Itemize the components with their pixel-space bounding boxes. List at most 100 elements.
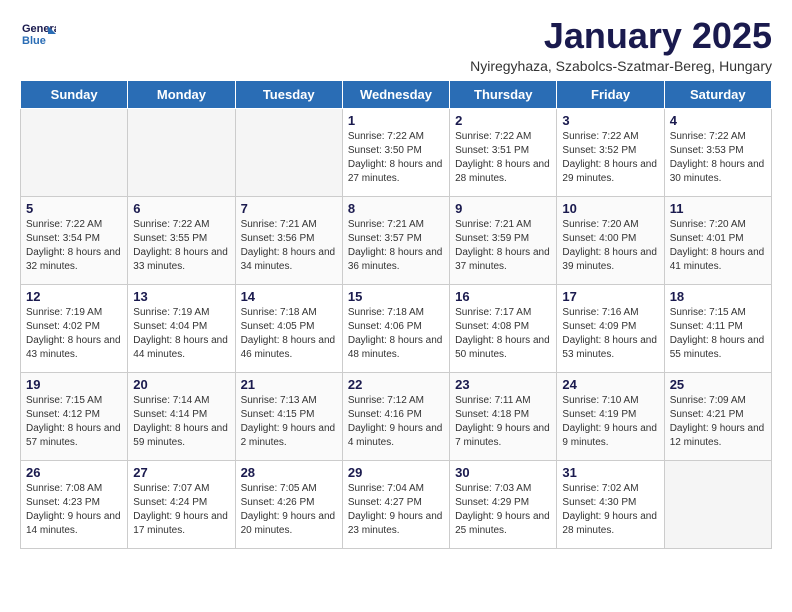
day-info: Sunrise: 7:18 AM Sunset: 4:06 PM Dayligh…: [348, 306, 444, 362]
weekday-header-sunday: Sunday: [21, 80, 128, 108]
day-number: 12: [26, 289, 122, 304]
calendar-cell: [235, 108, 342, 196]
day-info: Sunrise: 7:14 AM Sunset: 4:14 PM Dayligh…: [133, 394, 229, 450]
day-number: 18: [670, 289, 766, 304]
day-number: 7: [241, 201, 337, 216]
day-info: Sunrise: 7:22 AM Sunset: 3:54 PM Dayligh…: [26, 218, 122, 274]
day-number: 24: [562, 377, 658, 392]
day-number: 14: [241, 289, 337, 304]
day-number: 17: [562, 289, 658, 304]
calendar-cell: 9 Sunrise: 7:21 AM Sunset: 3:59 PM Daylig…: [450, 196, 557, 284]
calendar-cell: 11Sunrise: 7:20 AM Sunset: 4:01 PM Dayli…: [664, 196, 771, 284]
day-number: 3: [562, 113, 658, 128]
calendar-cell: 26Sunrise: 7:08 AM Sunset: 4:23 PM Dayli…: [21, 460, 128, 548]
day-info: Sunrise: 7:15 AM Sunset: 4:12 PM Dayligh…: [26, 394, 122, 450]
header: General Blue January 2025 Nyiregyhaza, S…: [20, 16, 772, 74]
day-number: 15: [348, 289, 444, 304]
calendar-week-1: 1Sunrise: 7:22 AM Sunset: 3:50 PM Daylig…: [21, 108, 772, 196]
calendar-cell: 18 Sunrise: 7:15 AM Sunset: 4:11 PM Dayli…: [664, 284, 771, 372]
day-info: Sunrise: 7:21 AM Sunset: 3:56 PM Dayligh…: [241, 218, 337, 274]
calendar-cell: 10 Sunrise: 7:20 AM Sunset: 4:00 PM Dayli…: [557, 196, 664, 284]
calendar-week-4: 19 Sunrise: 7:15 AM Sunset: 4:12 PM Dayli…: [21, 372, 772, 460]
calendar-cell: 29 Sunrise: 7:04 AM Sunset: 4:27 PM Dayli…: [342, 460, 449, 548]
weekday-header-wednesday: Wednesday: [342, 80, 449, 108]
day-info: Sunrise: 7:15 AM Sunset: 4:11 PM Dayligh…: [670, 306, 766, 362]
calendar-week-2: 5 Sunrise: 7:22 AM Sunset: 3:54 PM Daylig…: [21, 196, 772, 284]
calendar-cell: 27 Sunrise: 7:07 AM Sunset: 4:24 PM Dayli…: [128, 460, 235, 548]
day-info: Sunrise: 7:17 AM Sunset: 4:08 PM Dayligh…: [455, 306, 551, 362]
calendar-cell: 25 Sunrise: 7:09 AM Sunset: 4:21 PM Dayli…: [664, 372, 771, 460]
svg-text:Blue: Blue: [22, 35, 46, 47]
calendar-table: SundayMondayTuesdayWednesdayThursdayFrid…: [20, 80, 772, 549]
calendar-cell: 19 Sunrise: 7:15 AM Sunset: 4:12 PM Dayli…: [21, 372, 128, 460]
day-number: 9: [455, 201, 551, 216]
day-info: Sunrise: 7:21 AM Sunset: 3:59 PM Dayligh…: [455, 218, 551, 274]
logo: General Blue: [20, 16, 56, 61]
day-info: Sunrise: 7:03 AM Sunset: 4:29 PM Dayligh…: [455, 482, 551, 538]
calendar-cell: 13 Sunrise: 7:19 AM Sunset: 4:04 PM Dayli…: [128, 284, 235, 372]
day-number: 8: [348, 201, 444, 216]
calendar-cell: [664, 460, 771, 548]
day-number: 22: [348, 377, 444, 392]
day-info: Sunrise: 7:22 AM Sunset: 3:50 PM Dayligh…: [348, 130, 444, 186]
calendar-cell: 6 Sunrise: 7:22 AM Sunset: 3:55 PM Daylig…: [128, 196, 235, 284]
day-info: Sunrise: 7:09 AM Sunset: 4:21 PM Dayligh…: [670, 394, 766, 450]
calendar-cell: 23Sunrise: 7:11 AM Sunset: 4:18 PM Dayli…: [450, 372, 557, 460]
day-info: Sunrise: 7:10 AM Sunset: 4:19 PM Dayligh…: [562, 394, 658, 450]
day-info: Sunrise: 7:12 AM Sunset: 4:16 PM Dayligh…: [348, 394, 444, 450]
calendar-cell: 28 Sunrise: 7:05 AM Sunset: 4:26 PM Dayli…: [235, 460, 342, 548]
day-info: Sunrise: 7:16 AM Sunset: 4:09 PM Dayligh…: [562, 306, 658, 362]
day-info: Sunrise: 7:04 AM Sunset: 4:27 PM Dayligh…: [348, 482, 444, 538]
day-number: 26: [26, 465, 122, 480]
day-number: 19: [26, 377, 122, 392]
calendar-cell: 31Sunrise: 7:02 AM Sunset: 4:30 PM Dayli…: [557, 460, 664, 548]
day-info: Sunrise: 7:05 AM Sunset: 4:26 PM Dayligh…: [241, 482, 337, 538]
day-info: Sunrise: 7:13 AM Sunset: 4:15 PM Dayligh…: [241, 394, 337, 450]
weekday-header-friday: Friday: [557, 80, 664, 108]
calendar-cell: 4 Sunrise: 7:22 AM Sunset: 3:53 PM Daylig…: [664, 108, 771, 196]
day-number: 5: [26, 201, 122, 216]
day-number: 10: [562, 201, 658, 216]
weekday-header-thursday: Thursday: [450, 80, 557, 108]
day-number: 13: [133, 289, 229, 304]
calendar-cell: 16Sunrise: 7:17 AM Sunset: 4:08 PM Dayli…: [450, 284, 557, 372]
day-info: Sunrise: 7:21 AM Sunset: 3:57 PM Dayligh…: [348, 218, 444, 274]
day-info: Sunrise: 7:07 AM Sunset: 4:24 PM Dayligh…: [133, 482, 229, 538]
calendar-cell: 5 Sunrise: 7:22 AM Sunset: 3:54 PM Daylig…: [21, 196, 128, 284]
day-info: Sunrise: 7:22 AM Sunset: 3:55 PM Dayligh…: [133, 218, 229, 274]
day-number: 4: [670, 113, 766, 128]
day-number: 29: [348, 465, 444, 480]
day-number: 27: [133, 465, 229, 480]
calendar-cell: 24 Sunrise: 7:10 AM Sunset: 4:19 PM Dayli…: [557, 372, 664, 460]
calendar-cell: 7 Sunrise: 7:21 AM Sunset: 3:56 PM Daylig…: [235, 196, 342, 284]
month-title: January 2025: [470, 16, 772, 56]
day-number: 28: [241, 465, 337, 480]
day-number: 30: [455, 465, 551, 480]
day-number: 25: [670, 377, 766, 392]
calendar-cell: 3 Sunrise: 7:22 AM Sunset: 3:52 PM Daylig…: [557, 108, 664, 196]
weekday-header-monday: Monday: [128, 80, 235, 108]
day-info: Sunrise: 7:20 AM Sunset: 4:00 PM Dayligh…: [562, 218, 658, 274]
calendar-cell: [128, 108, 235, 196]
calendar-week-5: 26Sunrise: 7:08 AM Sunset: 4:23 PM Dayli…: [21, 460, 772, 548]
weekday-header-tuesday: Tuesday: [235, 80, 342, 108]
day-info: Sunrise: 7:22 AM Sunset: 3:52 PM Dayligh…: [562, 130, 658, 186]
calendar-cell: 12 Sunrise: 7:19 AM Sunset: 4:02 PM Dayli…: [21, 284, 128, 372]
calendar-cell: 20Sunrise: 7:14 AM Sunset: 4:14 PM Dayli…: [128, 372, 235, 460]
day-number: 2: [455, 113, 551, 128]
location-subtitle: Nyiregyhaza, Szabolcs-Szatmar-Bereg, Hun…: [470, 58, 772, 74]
day-info: Sunrise: 7:22 AM Sunset: 3:53 PM Dayligh…: [670, 130, 766, 186]
calendar-cell: 17 Sunrise: 7:16 AM Sunset: 4:09 PM Dayli…: [557, 284, 664, 372]
calendar-cell: 30 Sunrise: 7:03 AM Sunset: 4:29 PM Dayli…: [450, 460, 557, 548]
day-number: 6: [133, 201, 229, 216]
day-info: Sunrise: 7:19 AM Sunset: 4:04 PM Dayligh…: [133, 306, 229, 362]
day-number: 21: [241, 377, 337, 392]
calendar-cell: 14Sunrise: 7:18 AM Sunset: 4:05 PM Dayli…: [235, 284, 342, 372]
calendar-cell: 21 Sunrise: 7:13 AM Sunset: 4:15 PM Dayli…: [235, 372, 342, 460]
day-number: 11: [670, 201, 766, 216]
calendar-cell: 15 Sunrise: 7:18 AM Sunset: 4:06 PM Dayli…: [342, 284, 449, 372]
calendar-cell: [21, 108, 128, 196]
day-info: Sunrise: 7:19 AM Sunset: 4:02 PM Dayligh…: [26, 306, 122, 362]
weekday-header-saturday: Saturday: [664, 80, 771, 108]
page: General Blue January 2025 Nyiregyhaza, S…: [0, 0, 792, 559]
